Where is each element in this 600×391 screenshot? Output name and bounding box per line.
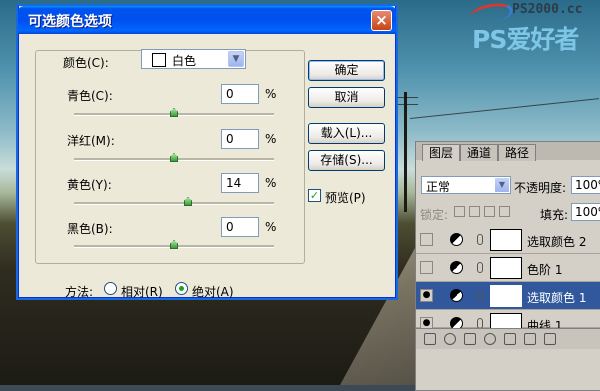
magenta-input[interactable]: 0: [221, 129, 259, 149]
add-mask-icon[interactable]: [464, 333, 476, 345]
selective-color-dialog: 可选颜色选项 × 颜色(C): 白色 ▼ 青色(C): 0 % 洋红(M): 0…: [18, 6, 396, 300]
tab-channels[interactable]: 通道: [460, 144, 499, 161]
layer-mask-thumbnail[interactable]: [490, 229, 522, 251]
dialog-titlebar[interactable]: 可选颜色选项 ×: [18, 6, 396, 34]
yellow-input[interactable]: 14: [221, 173, 259, 193]
link-icon: [477, 262, 483, 273]
lock-label: 锁定:: [420, 208, 449, 222]
layer-row[interactable]: ● 曲线 1: [416, 310, 600, 335]
cancel-button[interactable]: 取消: [308, 87, 385, 108]
lock-all-icon[interactable]: [499, 206, 510, 217]
preview-checkbox[interactable]: ✓: [308, 189, 321, 202]
magenta-slider[interactable]: [74, 153, 274, 162]
visibility-icon[interactable]: [420, 261, 433, 274]
lock-row: 锁定: 填充: 100%: [416, 202, 600, 222]
adjustment-layer-icon: [450, 261, 463, 274]
absolute-radio[interactable]: [175, 282, 188, 295]
black-slider[interactable]: [74, 240, 274, 249]
pole-crossarm: [396, 97, 418, 98]
power-line: [409, 98, 600, 119]
chevron-down-icon[interactable]: ▼: [228, 51, 244, 67]
colors-dropdown-value: 白色: [172, 54, 197, 68]
cyan-input[interactable]: 0: [221, 84, 259, 104]
layer-row[interactable]: ● 选取颜色 1: [416, 282, 600, 310]
panel-tabs: 图层 通道 路径: [416, 142, 600, 161]
visibility-icon[interactable]: [420, 233, 433, 246]
lock-pixels-icon[interactable]: [469, 206, 480, 217]
tab-paths[interactable]: 路径: [498, 144, 537, 161]
magenta-unit: %: [265, 132, 277, 146]
lock-transparency-icon[interactable]: [454, 206, 465, 217]
layer-row[interactable]: 选取颜色 2: [416, 226, 600, 254]
lock-position-icon[interactable]: [484, 206, 495, 217]
utility-pole: [404, 92, 407, 212]
adjustment-layer-icon: [450, 289, 463, 302]
watermark-brand: PS2000.cc: [512, 2, 583, 17]
adjustment-layer-icon: [450, 233, 463, 246]
white-swatch-icon: [152, 53, 166, 67]
new-adjustment-icon[interactable]: [484, 333, 496, 345]
new-layer-icon[interactable]: [524, 333, 536, 345]
layer-mask-thumbnail[interactable]: [490, 285, 522, 307]
link-icon: [477, 290, 483, 301]
layers-panel: 图层 通道 路径 正常 ▼ 不透明度: 100% 锁定: 填充: 100% 选取…: [415, 141, 600, 391]
visibility-icon[interactable]: ●: [420, 289, 433, 302]
absolute-radio-label[interactable]: 绝对(A): [192, 283, 234, 300]
pole-crossarm: [396, 104, 418, 105]
link-layers-icon[interactable]: [424, 333, 436, 345]
layer-name: 色阶 1: [527, 263, 563, 277]
opacity-label: 不透明度:: [514, 181, 567, 195]
tab-layers[interactable]: 图层: [422, 144, 461, 161]
watermark-slogan: PS爱好者: [472, 25, 579, 54]
yellow-label: 黄色(Y):: [67, 178, 112, 192]
new-group-icon[interactable]: [504, 333, 516, 345]
chevron-down-icon[interactable]: ▼: [495, 178, 509, 192]
link-icon: [477, 234, 483, 245]
layer-name: 选取颜色 1: [527, 291, 587, 305]
method-label: 方法:: [65, 285, 94, 299]
watermark-logo: PS2000.cc PS爱好者: [468, 0, 600, 54]
layer-name: 选取颜色 2: [527, 235, 587, 249]
layer-style-icon[interactable]: [444, 333, 456, 345]
save-button[interactable]: 存储(S)...: [308, 150, 385, 171]
blend-mode-value: 正常: [426, 180, 451, 194]
ok-button[interactable]: 确定: [308, 60, 385, 81]
relative-radio[interactable]: [104, 282, 117, 295]
load-button[interactable]: 载入(L)...: [308, 123, 385, 144]
layer-row[interactable]: 色阶 1: [416, 254, 600, 282]
magenta-label: 洋红(M):: [67, 134, 115, 148]
black-label: 黑色(B):: [67, 222, 113, 236]
layer-mask-thumbnail[interactable]: [490, 257, 522, 279]
panel-footer: [416, 328, 600, 349]
colors-label: 颜色(C):: [63, 56, 109, 70]
black-unit: %: [265, 220, 277, 234]
opacity-input[interactable]: 100%: [571, 176, 600, 194]
fill-label: 填充:: [540, 208, 569, 222]
colors-dropdown[interactable]: 白色 ▼: [141, 49, 246, 69]
black-input[interactable]: 0: [221, 217, 259, 237]
cyan-label: 青色(C):: [67, 89, 113, 103]
blend-mode-select[interactable]: 正常 ▼: [421, 176, 511, 194]
dialog-title: 可选颜色选项: [28, 14, 112, 30]
cyan-unit: %: [265, 87, 277, 101]
yellow-slider[interactable]: [74, 197, 274, 206]
close-button[interactable]: ×: [371, 10, 392, 31]
fill-input[interactable]: 100%: [571, 203, 600, 221]
relative-radio-label[interactable]: 相对(R): [121, 283, 163, 300]
yellow-unit: %: [265, 176, 277, 190]
preview-label[interactable]: 预览(P): [325, 189, 366, 206]
cyan-slider[interactable]: [74, 108, 274, 117]
trash-icon[interactable]: [544, 333, 556, 345]
